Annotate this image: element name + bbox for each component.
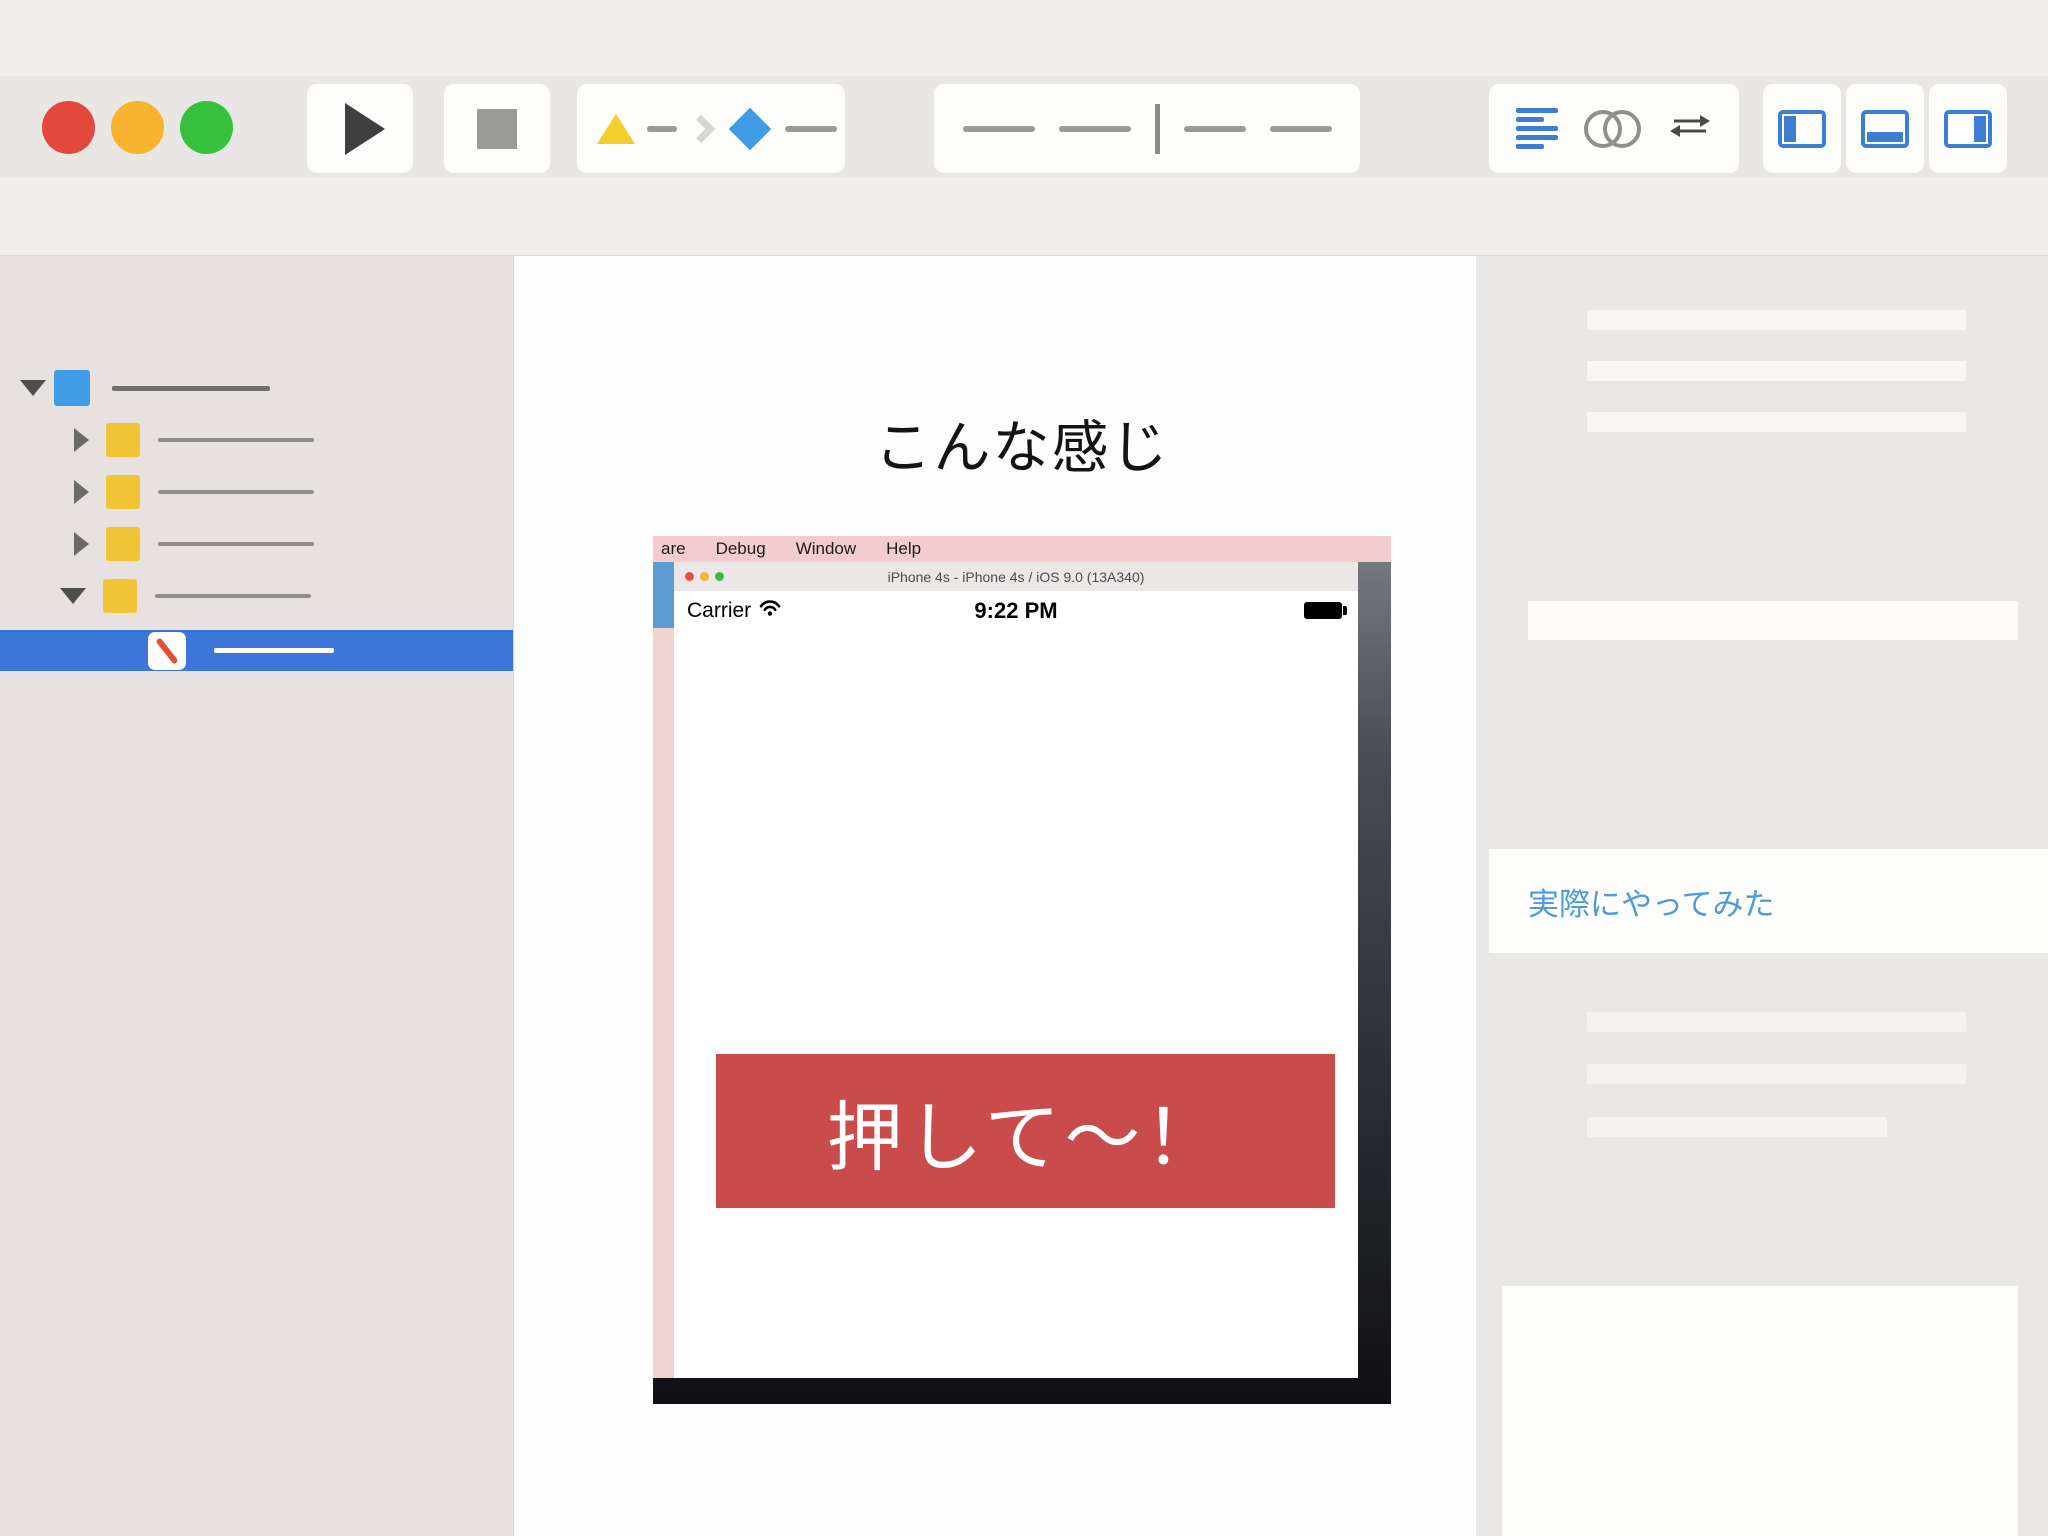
- placeholder-bar: [1587, 1012, 1966, 1032]
- minimize-window-button[interactable]: [111, 101, 164, 154]
- scheme-device-icon: [728, 107, 772, 150]
- disclosure-right-icon[interactable]: [74, 428, 89, 452]
- activity-display: [934, 84, 1360, 173]
- app-screen: 押して〜！: [674, 630, 1358, 1378]
- placeholder-field: [1528, 601, 2018, 640]
- close-window-button[interactable]: [42, 101, 95, 154]
- chevron-right-icon: [686, 114, 716, 143]
- item-label-placeholder: [112, 385, 270, 391]
- item-label-placeholder: [214, 648, 334, 653]
- toolbar: [0, 0, 2048, 256]
- disclosure-right-icon[interactable]: [74, 480, 89, 504]
- item-label-placeholder: [158, 542, 314, 546]
- version-editor-icon: [1670, 115, 1710, 137]
- wifi-icon: [758, 599, 782, 622]
- assistant-editor-button[interactable]: [1584, 109, 1642, 148]
- activity-dash: [962, 125, 1035, 132]
- ios-status-bar: Carrier 9:22 PM: [674, 591, 1358, 630]
- disclosure-down-icon[interactable]: [60, 588, 86, 604]
- activity-dash: [1183, 125, 1246, 132]
- xcode-window: こんな感じ iPhone 4s - iPhone 4s / iOS 9.0 (1…: [0, 0, 2048, 1536]
- menu-item: Help: [886, 539, 922, 558]
- folder-icon: [106, 475, 140, 509]
- item-label-placeholder: [155, 594, 311, 598]
- inspector-toggle-icon: [1944, 109, 1992, 148]
- disclosure-right-icon[interactable]: [74, 532, 89, 556]
- project-icon: [54, 370, 90, 406]
- mini-minimize-button: [700, 572, 709, 581]
- tree-item-project-root[interactable]: [0, 366, 513, 410]
- page-title: こんな感じ: [874, 416, 1170, 480]
- standard-editor-icon: [1516, 108, 1558, 113]
- zoom-window-button[interactable]: [180, 101, 233, 154]
- destination-label-placeholder: [785, 125, 837, 132]
- placeholder-bar: [1587, 412, 1966, 432]
- tree-item-group[interactable]: [0, 418, 513, 462]
- scheme-label-placeholder: [647, 125, 677, 132]
- debug-area-toggle-button[interactable]: [1846, 84, 1924, 173]
- article-link[interactable]: 実際にやってみた: [1528, 879, 1774, 924]
- navigator-toggle-button[interactable]: [1763, 84, 1841, 173]
- item-label-placeholder: [158, 438, 314, 442]
- scheme-triangle-icon: [597, 113, 635, 144]
- stop-icon: [477, 108, 517, 149]
- menu-item: Debug: [715, 539, 766, 558]
- scheme-selector[interactable]: [577, 84, 845, 173]
- menu-item: are: [661, 539, 686, 558]
- carrier-label: Carrier: [687, 598, 752, 622]
- folder-icon: [103, 579, 137, 613]
- debug-area-toggle-icon: [1861, 109, 1909, 148]
- mini-zoom-button: [715, 572, 724, 581]
- tree-item-selected-file[interactable]: [0, 630, 513, 671]
- stop-button[interactable]: [444, 84, 550, 173]
- inspector-panel: 実際にやってみた: [1476, 256, 2048, 1536]
- editor-area: こんな感じ iPhone 4s - iPhone 4s / iOS 9.0 (1…: [514, 256, 1476, 1536]
- navigator-toggle-icon: [1778, 109, 1826, 148]
- desktop-edge: [653, 562, 674, 1378]
- battery-icon: [1304, 602, 1347, 619]
- activity-dash: [1058, 125, 1131, 132]
- disclosure-down-icon[interactable]: [20, 380, 46, 396]
- link-section: 実際にやってみた: [1489, 849, 2048, 953]
- mini-close-button: [685, 572, 694, 581]
- run-button[interactable]: [307, 84, 413, 173]
- tree-item-group-expanded[interactable]: [0, 574, 513, 618]
- inspector-toggle-button[interactable]: [1929, 84, 2007, 173]
- project-navigator: [0, 256, 514, 1536]
- simulator-titlebar: iPhone 4s - iPhone 4s / iOS 9.0 (13A340): [674, 562, 1358, 591]
- file-icon: [148, 631, 186, 670]
- folder-icon: [106, 423, 140, 457]
- content-box: [1502, 1286, 2018, 1536]
- placeholder-bar: [1587, 1117, 1887, 1137]
- tree-item-group[interactable]: [0, 522, 513, 566]
- version-editor-button[interactable]: [1668, 112, 1712, 145]
- activity-divider: [1154, 103, 1160, 154]
- simulator-screenshot: iPhone 4s - iPhone 4s / iOS 9.0 (13A340)…: [653, 536, 1391, 1404]
- mac-menubar: are Debug Window Help: [653, 536, 1391, 562]
- menu-item: Window: [795, 539, 857, 558]
- app-button-image: 押して〜！: [716, 1054, 1335, 1208]
- simulator-window-title: iPhone 4s - iPhone 4s / iOS 9.0 (13A340): [887, 568, 1145, 585]
- activity-dash: [1269, 125, 1332, 132]
- tree-item-group[interactable]: [0, 470, 513, 514]
- placeholder-bar: [1587, 361, 1966, 381]
- item-label-placeholder: [158, 490, 314, 494]
- placeholder-bar: [1587, 1064, 1966, 1084]
- folder-icon: [106, 527, 140, 561]
- standard-editor-button[interactable]: [1516, 108, 1558, 149]
- editor-mode-buttons: [1489, 84, 1739, 173]
- simulator-window: iPhone 4s - iPhone 4s / iOS 9.0 (13A340)…: [674, 562, 1358, 1378]
- play-icon: [345, 102, 385, 155]
- desktop-window-sliver: [653, 562, 674, 628]
- placeholder-bar: [1587, 310, 1966, 330]
